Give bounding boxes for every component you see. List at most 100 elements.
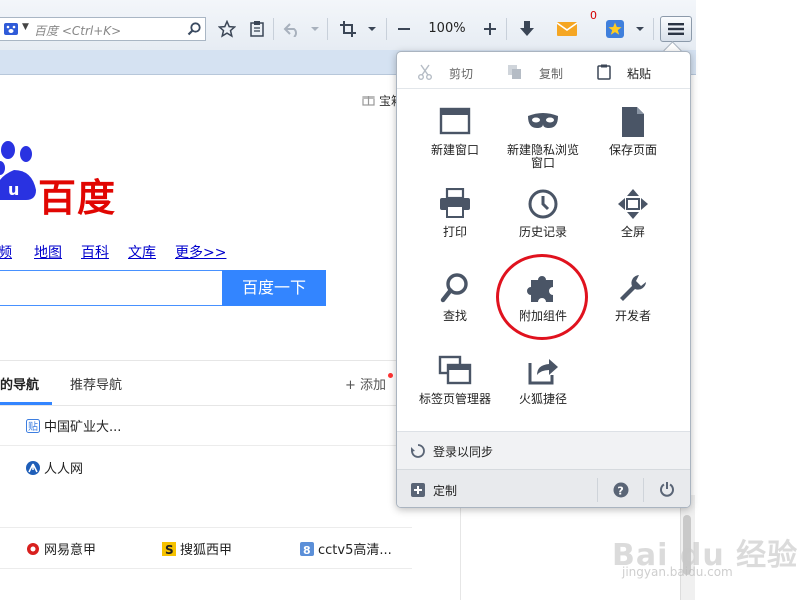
- list-item[interactable]: S 搜狐西甲: [162, 539, 232, 558]
- customize-button[interactable]: 定制: [433, 482, 457, 499]
- developer-label: 开发者: [614, 309, 651, 323]
- private-mask-icon: [499, 106, 587, 140]
- mail-envelope-icon[interactable]: [553, 17, 581, 41]
- customize-plus-icon[interactable]: [411, 483, 425, 500]
- list-item[interactable]: 人人网: [26, 458, 83, 477]
- plus-icon: +: [345, 378, 361, 393]
- search-placeholder: 百度 <Ctrl+K>: [34, 24, 122, 38]
- nav-link-video[interactable]: 频: [0, 242, 12, 262]
- history-dropdown-icon[interactable]: [308, 17, 322, 41]
- private-window-label-line2: 窗口: [530, 156, 555, 170]
- search-bar[interactable]: ▼ 百度 <Ctrl+K>: [0, 17, 206, 41]
- cut-button[interactable]: 剪切: [417, 64, 473, 83]
- divider: [0, 360, 460, 361]
- toolbar-separator: [506, 18, 507, 40]
- printer-icon: [411, 187, 499, 222]
- browser-toolbar: ▼ 百度 <Ctrl+K> 100% 0: [0, 0, 696, 51]
- history-button[interactable]: 历史记录: [499, 188, 587, 239]
- bookmarks-list-icon[interactable]: [246, 17, 268, 41]
- fullscreen-label: 全屏: [620, 225, 645, 239]
- power-quit-icon[interactable]: [659, 481, 675, 500]
- list-item-label: 网易意甲: [44, 543, 97, 558]
- developer-button[interactable]: 开发者: [589, 272, 677, 323]
- svg-text:?: ?: [617, 485, 623, 498]
- print-label: 打印: [442, 225, 467, 239]
- nav-link-wenku[interactable]: 文库: [128, 242, 156, 262]
- sync-label: 登录以同步: [433, 445, 494, 459]
- copy-icon: [507, 64, 523, 83]
- magnifier-icon: [411, 272, 499, 306]
- list-item-label: 中国矿业大...: [44, 420, 122, 435]
- favorites-dropdown-icon[interactable]: [632, 17, 648, 41]
- baidu-search-button[interactable]: 百度一下: [222, 270, 326, 306]
- search-engine-dropdown-icon[interactable]: ▼: [22, 22, 29, 32]
- tab-my-navigation[interactable]: 的导航: [0, 374, 39, 393]
- gift-icon: [362, 93, 375, 109]
- crop-screenshot-icon[interactable]: [336, 17, 360, 41]
- cctv-icon: 8: [300, 541, 314, 557]
- save-page-icon: [589, 106, 677, 140]
- clipboard-icon: [597, 64, 611, 83]
- tab-recommended-navigation[interactable]: 推荐导航: [70, 374, 122, 393]
- cut-label: 剪切: [449, 67, 474, 81]
- add-label: 添加: [360, 378, 387, 393]
- tab-groups-button[interactable]: 标签页管理器: [411, 355, 499, 406]
- search-icon[interactable]: [186, 21, 202, 37]
- new-window-label: 新建窗口: [430, 143, 479, 157]
- svg-text:S: S: [165, 543, 174, 556]
- list-item-label: 搜狐西甲: [180, 543, 233, 558]
- sync-icon: [410, 444, 425, 461]
- new-window-button[interactable]: 新建窗口: [411, 106, 499, 157]
- zoom-level[interactable]: 100%: [425, 17, 469, 41]
- find-button[interactable]: 查找: [411, 272, 499, 323]
- annotation-circle: [496, 254, 588, 340]
- nav-link-map[interactable]: 地图: [34, 242, 62, 262]
- baidu-wordmark: 百度: [38, 176, 117, 220]
- paste-button[interactable]: 粘贴: [597, 64, 651, 83]
- sync-signin-row[interactable]: 登录以同步: [397, 431, 690, 470]
- clock-icon: [499, 188, 587, 222]
- list-item[interactable]: 贴 中国矿业大...: [26, 416, 121, 435]
- firefox-shortcut-button[interactable]: 火狐捷径: [499, 355, 587, 406]
- back-arrow-icon[interactable]: [281, 17, 303, 41]
- divider: [0, 527, 412, 528]
- copy-label: 复制: [539, 67, 564, 81]
- hamburger-icon: [668, 23, 684, 35]
- bookmark-star-icon[interactable]: [216, 17, 238, 41]
- divider: [597, 478, 598, 502]
- save-page-label: 保存页面: [608, 143, 657, 157]
- svg-text:8: 8: [303, 544, 311, 556]
- list-item[interactable]: 网易意甲: [26, 539, 96, 558]
- main-search-input[interactable]: [0, 270, 222, 306]
- new-window-icon: [411, 106, 499, 140]
- list-item-label: cctv5高清...: [318, 543, 392, 558]
- fullscreen-button[interactable]: 全屏: [589, 188, 677, 239]
- toolbar-separator: [273, 18, 274, 40]
- toolbar-separator: [653, 18, 654, 40]
- copy-button[interactable]: 复制: [507, 64, 563, 83]
- baidu-paw-logo: u: [0, 140, 40, 205]
- wrench-icon: [589, 272, 677, 306]
- customize-row: 定制 ?: [397, 469, 690, 507]
- toolbar-separator: [327, 18, 328, 40]
- paste-label: 粘贴: [627, 67, 652, 81]
- private-window-button[interactable]: 新建隐私浏览 窗口: [499, 106, 587, 170]
- nav-link-more[interactable]: 更多>>: [175, 242, 226, 262]
- list-item[interactable]: 8 cctv5高清...: [300, 539, 392, 558]
- find-label: 查找: [442, 309, 467, 323]
- print-button[interactable]: 打印: [411, 187, 499, 239]
- help-icon[interactable]: ?: [613, 482, 629, 501]
- save-page-button[interactable]: 保存页面: [589, 106, 677, 157]
- toolbar-separator: [386, 18, 387, 40]
- nav-link-baike[interactable]: 百科: [81, 242, 109, 262]
- firefox-shortcut-label: 火狐捷径: [518, 392, 567, 406]
- tab-groups-label: 标签页管理器: [418, 392, 491, 406]
- download-arrow-icon[interactable]: [515, 17, 539, 41]
- zoom-in-icon[interactable]: [480, 17, 500, 41]
- favorites-star-icon[interactable]: [603, 17, 627, 41]
- zoom-out-icon[interactable]: [394, 17, 414, 41]
- screenshot-dropdown-icon[interactable]: [364, 17, 380, 41]
- add-navigation-button[interactable]: + 添加: [345, 374, 386, 393]
- hamburger-menu-button[interactable]: [660, 16, 692, 42]
- baidu-paw-icon[interactable]: [4, 23, 18, 35]
